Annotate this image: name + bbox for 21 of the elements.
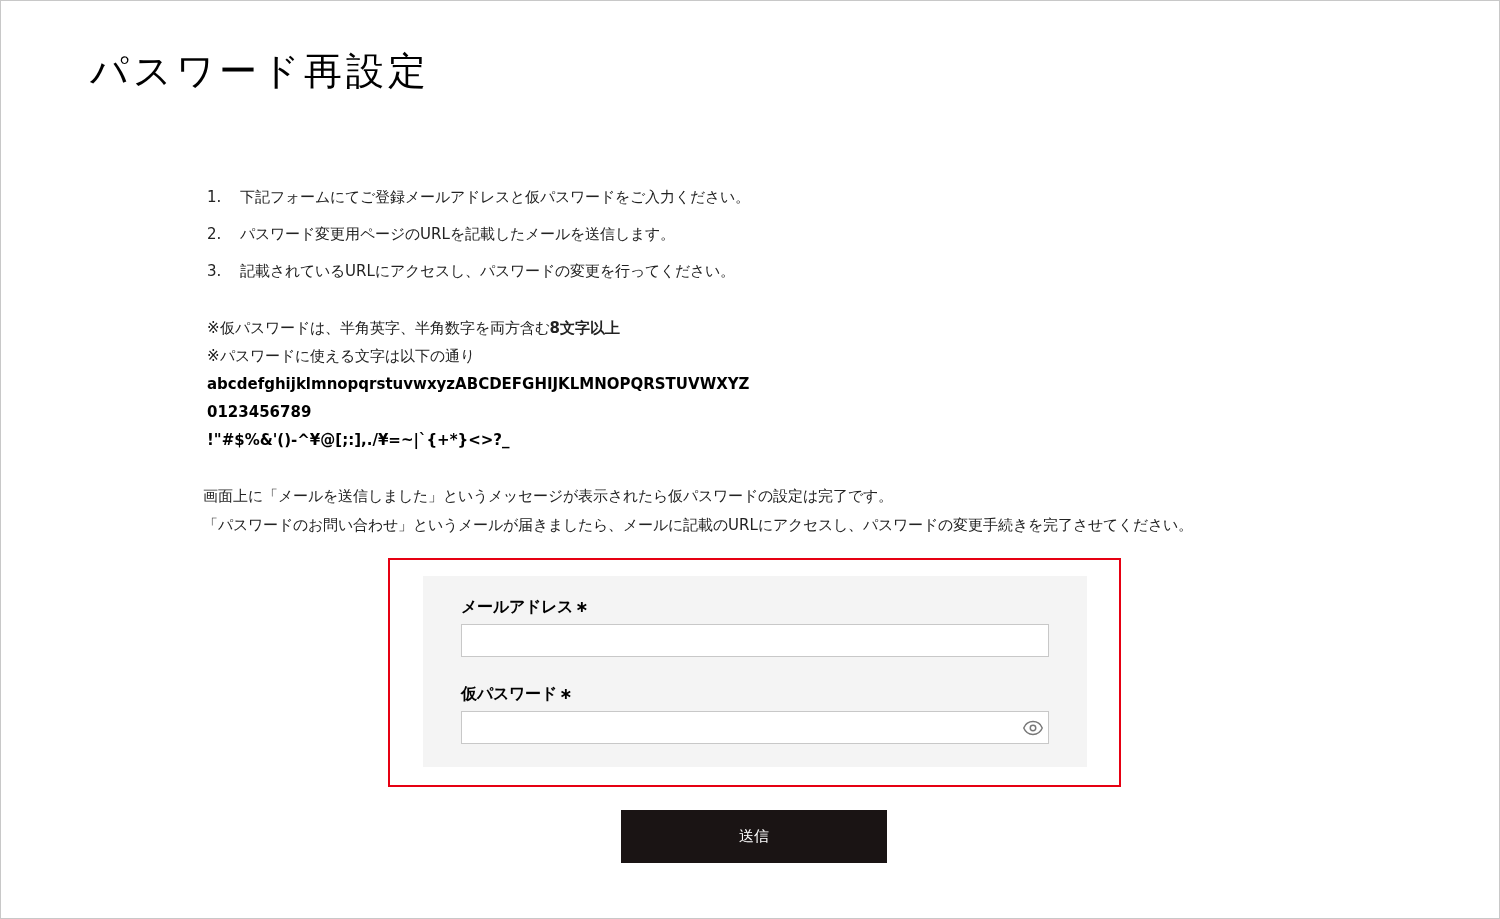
step-text: 記載されているURLにアクセスし、パスワードの変更を行ってください。 [240,261,735,282]
email-field[interactable] [461,624,1049,657]
instruction-text: 「パスワードのお問い合わせ」というメールが届きましたら、メールに記載のURLにアクセスし、パスワードの変更手続きを完了させてください。 [203,515,1193,536]
page-title: パスワード再設定 [90,48,430,95]
instruction-text: 画面上に「メールを送信しました」というメッセージが表示されたら仮パスワードの設定は完了です。 [203,486,893,507]
field-label: メールアドレス [461,596,573,618]
note-text: ※仮パスワードは、半角英字、半角数字を両方含む8文字以上 [207,318,620,339]
password-field[interactable] [461,711,1049,744]
step-number: 3. [207,261,223,282]
allowed-characters: !"#$%&'()-^¥@[;:],./¥=~|`{+*}<>?_ [207,430,510,451]
step-text: 下記フォームにてご登録メールアドレスと仮パスワードをご入力ください。 [240,187,750,208]
step-number: 1. [207,187,223,208]
required-mark: ∗ [559,683,573,705]
required-mark: ∗ [575,596,589,618]
submit-button[interactable]: 送信 [621,810,887,863]
note-text: ※パスワードに使える文字は以下の通り [207,346,475,367]
step-text: パスワード変更用ページのURLを記載したメールを送信します。 [240,224,675,245]
field-label: 仮パスワード [461,683,557,705]
allowed-characters: 0123456789 [207,402,312,423]
allowed-characters: abcdefghijklmnopqrstuvwxyzABCDEFGHIJKLMNOPQRSTUVWXYZ [207,374,750,395]
step-number: 2. [207,224,223,245]
